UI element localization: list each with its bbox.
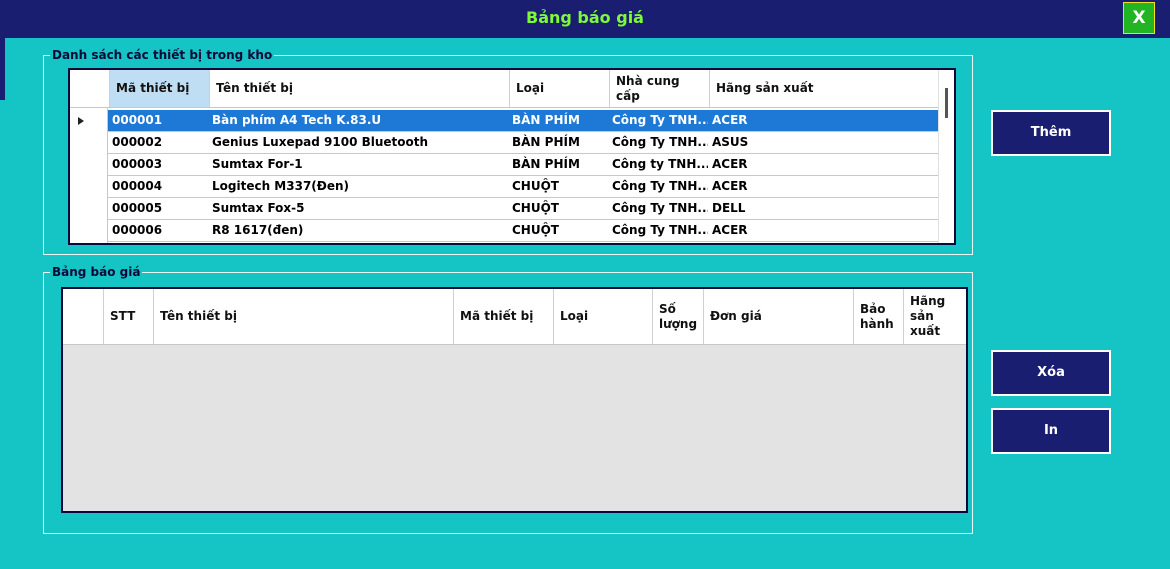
cell-ma: 000004 bbox=[112, 179, 163, 193]
table-row[interactable]: 000004 Logitech M337(Đen) CHUỘT Công Ty … bbox=[108, 176, 938, 198]
cell-ten: Genius Luxepad 9100 Bluetooth bbox=[212, 135, 429, 149]
cell-ten: Sumtax For-1 bbox=[212, 157, 303, 171]
col-header-nha-cung-cap[interactable]: Nhà cung cấp bbox=[610, 70, 710, 107]
col-header-hang-san-xuat[interactable]: Hãng sản xuất bbox=[904, 289, 966, 344]
col-header-hang-san-xuat[interactable]: Hãng sản xuất bbox=[710, 70, 940, 107]
cell-ncc: Công Ty TNH... bbox=[612, 135, 708, 149]
cell-ma: 000001 bbox=[112, 113, 163, 127]
cell-hang: ASUS bbox=[712, 135, 749, 149]
table-row[interactable]: 000002 Genius Luxepad 9100 Bluetooth BÀN… bbox=[108, 132, 938, 154]
window-title: Bảng báo giá bbox=[526, 8, 644, 27]
quote-grid[interactable]: STT Tên thiết bị Mã thiết bị Loại Số lượ… bbox=[61, 287, 968, 513]
col-header-bao-hanh[interactable]: Bảo hành bbox=[854, 289, 904, 344]
scrollbar-thumb[interactable] bbox=[945, 88, 948, 118]
cell-ncc: Công Ty TNH... bbox=[612, 223, 708, 237]
col-header-ten-thiet-bi[interactable]: Tên thiết bị bbox=[154, 289, 454, 344]
cell-ncc: Công ty TNH... bbox=[612, 157, 708, 171]
title-bar: Bảng báo giá X bbox=[0, 0, 1170, 38]
cell-loai: CHUỘT bbox=[512, 201, 559, 215]
header-corner bbox=[70, 70, 110, 107]
table-row[interactable]: 000006 R8 1617(đen) CHUỘT Công Ty TNH...… bbox=[108, 220, 938, 242]
left-edge-strip bbox=[0, 38, 5, 100]
cell-ma: 000002 bbox=[112, 135, 163, 149]
cell-ncc: Công Ty TNH... bbox=[612, 201, 708, 215]
cell-hang: ACER bbox=[712, 179, 748, 193]
col-header-ten-thiet-bi[interactable]: Tên thiết bị bbox=[210, 70, 510, 107]
cell-ma: 000005 bbox=[112, 201, 163, 215]
cell-loai: BÀN PHÍM bbox=[512, 135, 580, 149]
header-corner bbox=[63, 289, 104, 344]
print-button[interactable]: In bbox=[991, 408, 1111, 454]
close-button[interactable]: X bbox=[1123, 2, 1155, 34]
cell-loai: BÀN PHÍM bbox=[512, 113, 580, 127]
inventory-group-label: Danh sách các thiết bị trong kho bbox=[50, 48, 275, 62]
col-header-ma-thiet-bi[interactable]: Mã thiết bị bbox=[454, 289, 554, 344]
col-header-loai[interactable]: Loại bbox=[554, 289, 653, 344]
quote-header-row: STT Tên thiết bị Mã thiết bị Loại Số lượ… bbox=[63, 289, 966, 345]
add-button[interactable]: Thêm bbox=[991, 110, 1111, 156]
cell-ten: Logitech M337(Đen) bbox=[212, 179, 349, 193]
quote-group-label: Bảng báo giá bbox=[50, 265, 143, 279]
col-header-so-luong[interactable]: Số lượng bbox=[653, 289, 704, 344]
table-row[interactable]: 000005 Sumtax Fox-5 CHUỘT Công Ty TNH...… bbox=[108, 198, 938, 220]
cell-ma: 000006 bbox=[112, 223, 163, 237]
cell-ten: R8 1617(đen) bbox=[212, 223, 304, 237]
cell-hang: ACER bbox=[712, 223, 748, 237]
col-header-don-gia[interactable]: Đơn giá bbox=[704, 289, 854, 344]
table-row[interactable]: 000003 Sumtax For-1 BÀN PHÍM Công ty TNH… bbox=[108, 154, 938, 176]
cell-ncc: Công Ty TNH... bbox=[612, 113, 708, 127]
cell-hang: DELL bbox=[712, 201, 746, 215]
cell-ncc: Công Ty TNH... bbox=[612, 179, 708, 193]
cell-ma: 000003 bbox=[112, 157, 163, 171]
cell-ten: Sumtax Fox-5 bbox=[212, 201, 305, 215]
cell-hang: ACER bbox=[712, 157, 748, 171]
cell-loai: CHUỘT bbox=[512, 223, 559, 237]
col-header-stt[interactable]: STT bbox=[104, 289, 154, 344]
cell-ten: Bàn phím A4 Tech K.83.U bbox=[212, 113, 382, 127]
col-header-loai[interactable]: Loại bbox=[510, 70, 610, 107]
cell-loai: CHUỘT bbox=[512, 179, 559, 193]
vertical-scrollbar[interactable] bbox=[938, 70, 954, 243]
cell-hang: ACER bbox=[712, 113, 748, 127]
quote-grid-empty-area[interactable] bbox=[63, 345, 966, 511]
col-header-ma-thiet-bi[interactable]: Mã thiết bị bbox=[110, 70, 210, 107]
inventory-grid[interactable]: Mã thiết bị Tên thiết bị Loại Nhà cung c… bbox=[68, 68, 956, 245]
current-row-indicator-icon bbox=[78, 117, 84, 125]
delete-button[interactable]: Xóa bbox=[991, 350, 1111, 396]
cell-loai: BÀN PHÍM bbox=[512, 157, 580, 171]
table-row[interactable]: 000001 Bàn phím A4 Tech K.83.U BÀN PHÍM … bbox=[108, 110, 938, 132]
inventory-header-row: Mã thiết bị Tên thiết bị Loại Nhà cung c… bbox=[70, 70, 940, 108]
